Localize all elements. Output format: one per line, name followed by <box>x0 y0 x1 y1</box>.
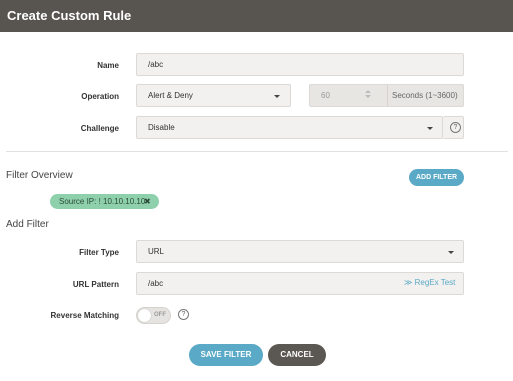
reverse-matching-label: Reverse Matching <box>50 311 119 320</box>
help-icon[interactable]: ? <box>178 309 189 320</box>
name-input-value: /abc <box>148 60 164 69</box>
challenge-select-value: Disable <box>148 123 175 132</box>
seconds-suffix: Seconds (1~3600) <box>392 91 458 100</box>
regex-test-link[interactable]: ≫ RegEx Test <box>404 278 455 287</box>
filter-type-value: URL <box>148 247 165 256</box>
remove-icon[interactable]: ✖ <box>144 197 151 206</box>
name-label: Name <box>97 61 119 70</box>
operation-label: Operation <box>81 92 119 101</box>
filter-overview-title: Filter Overview <box>6 170 73 181</box>
chevron-down-icon <box>427 127 433 130</box>
stepper-icon[interactable] <box>364 89 372 101</box>
seconds-input[interactable]: 60 Seconds (1~3600) <box>309 84 464 107</box>
toggle-state-label: OFF <box>154 312 166 318</box>
add-filter-button[interactable]: ADD FILTER <box>409 169 464 186</box>
filter-type-select[interactable]: URL <box>136 240 464 263</box>
dialog-header: Create Custom Rule <box>0 0 513 32</box>
seconds-input-value: 60 <box>321 91 330 100</box>
reverse-matching-toggle[interactable]: OFF <box>136 307 171 324</box>
stepper-up-icon[interactable] <box>365 90 371 93</box>
url-pattern-value: /abc <box>148 279 164 288</box>
filter-chip: Source IP: ! 10.10.10.10 ✖ <box>50 194 159 209</box>
filter-chip-label: Source IP: ! 10.10.10.10 <box>59 197 146 206</box>
chevron-down-icon <box>448 251 454 254</box>
name-input[interactable]: /abc <box>136 53 464 76</box>
section-divider <box>6 151 508 152</box>
chevron-down-icon <box>274 95 280 98</box>
seconds-divider <box>387 85 388 106</box>
help-icon[interactable]: ? <box>450 122 461 133</box>
challenge-label: Challenge <box>80 124 119 133</box>
operation-select-value: Alert & Deny <box>148 91 193 100</box>
operation-select[interactable]: Alert & Deny <box>136 84 291 107</box>
dialog-title: Create Custom Rule <box>7 8 132 23</box>
add-filter-title: Add Filter <box>6 219 49 230</box>
filter-type-label: Filter Type <box>79 248 119 257</box>
toggle-knob <box>138 309 151 322</box>
stepper-down-icon[interactable] <box>365 95 371 98</box>
save-filter-button[interactable]: SAVE FILTER <box>189 344 263 366</box>
url-pattern-label: URL Pattern <box>72 280 119 289</box>
cancel-button[interactable]: CANCEL <box>268 344 326 366</box>
challenge-select[interactable]: Disable <box>136 116 443 139</box>
